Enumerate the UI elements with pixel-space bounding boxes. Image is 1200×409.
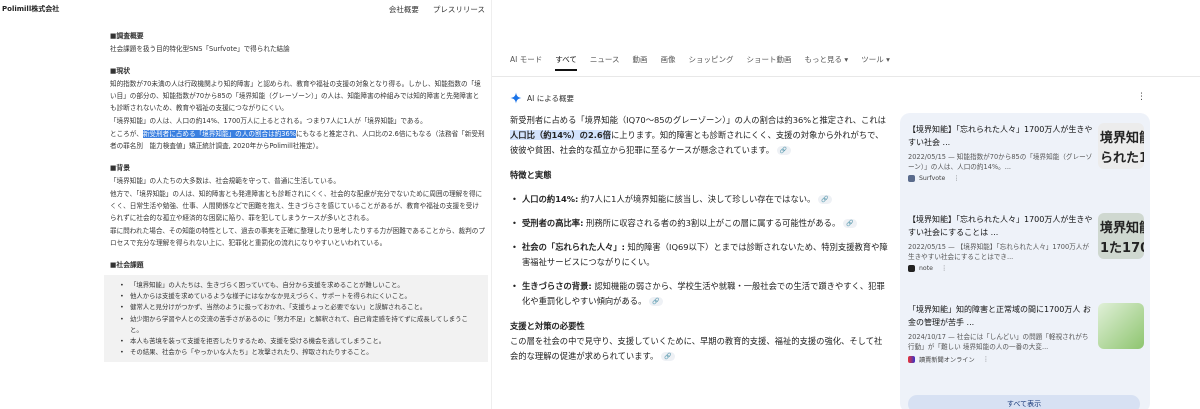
tab-ai-mode[interactable]: AI モード: [510, 54, 542, 71]
card-snippet: 2022/05/15 — 【境界知能】「忘れられた人々」1700万人が生きやすい…: [908, 243, 1089, 261]
note-favicon-icon: [908, 265, 915, 272]
section-text-current-1: 知的指数が70未満の人は行政機関より知的障害」と認められ、教育や福祉の支援の対象…: [110, 80, 481, 112]
bullet-text: 刑務所に収容される者の約3割以上がこの層に属する可能性がある。: [586, 218, 841, 228]
section-text-current-3: ところが、新受刑者に占める「境界知能」の人の割合は約36%にもなると推定され、人…: [110, 128, 485, 152]
section-text-current-2: 「境界知能」の人は、人口の約14%、1700万人に上るとされる。つまり7人に1人…: [110, 117, 427, 125]
ai-overview-label: AI による概要: [527, 93, 575, 103]
press-release-pane: Polimill株式会社 会社概要 プレスリリース ■調査概要 社会課題を扱う目…: [0, 0, 492, 409]
link-icon[interactable]: 🔗: [842, 219, 857, 228]
features-heading: 特徴と実態: [510, 170, 552, 180]
thumbnail-text: 境界知能 られた1700: [1100, 131, 1144, 166]
link-icon[interactable]: 🔗: [817, 195, 832, 204]
bullet-label: 受刑者の高比率:: [522, 218, 584, 228]
card-snippet: 2024/10/17 — 社会には「しんどい」の問題「軽視されがち行動」が「難し…: [908, 333, 1089, 351]
link-icon[interactable]: 🔗: [776, 146, 791, 155]
card-thumbnail[interactable]: 境界知能 1た1700: [1098, 213, 1144, 259]
article-body: ■調査概要 社会課題を扱う目的特化型SNS「Surfvote」で得られた結論 ■…: [0, 18, 491, 363]
card-thumbnail[interactable]: [1098, 303, 1144, 349]
list-item: 幼少期から学習や人との交流の苦手さがあるのに「努力不足」と解釈されて、自己肯定感…: [120, 314, 480, 336]
card-source: Surfvote ⋮: [908, 175, 1094, 182]
site-nav: 会社概要 プレスリリース: [389, 4, 485, 15]
bullet-item: 人口の約14%: 約7人に1人が境界知能に該当し、決して珍しい存在ではない。 🔗: [510, 192, 890, 207]
nav-press[interactable]: プレスリリース: [433, 4, 485, 15]
surfvote-favicon-icon: [908, 175, 915, 182]
list-item: 他人からは支援を求めているような様子にはなかなか見えづらく、サポートを得られにく…: [120, 291, 480, 302]
site-header: Polimill株式会社 会社概要 プレスリリース: [0, 0, 491, 18]
bullet-item: 社会の「忘れられた人々」: 知的障害（IQ69以下）とまでは診断されないため、特…: [510, 240, 890, 270]
source-card[interactable]: 【境界知能】「忘れられた人々」1700万人が生きやすい社会にすることは ... …: [906, 209, 1144, 299]
more-options-icon[interactable]: ⋮: [941, 265, 947, 272]
card-source: 讀賣新聞オンライン ⋮: [908, 355, 1094, 364]
bullet-label: 社会の「忘れられた人々」:: [522, 242, 625, 252]
link-icon[interactable]: 🔗: [660, 352, 675, 361]
source-cards: 【境界知能】「忘れられた人々」1700万人が生きやすい社会 ... 2022/0…: [900, 113, 1150, 409]
list-item: 健常人と見分けがつかず、当然のように扱っておかれ、「支援ちょっと必要でない」と誤…: [120, 302, 480, 313]
section-text-background-3: 罪に問われた場合、その知能の特性として、過去の事実を正確に整理したり思考したりす…: [110, 227, 485, 247]
bullet-label: 人口の約14%:: [522, 194, 579, 204]
section-heading-issues: ■社会課題: [110, 261, 144, 269]
link-icon[interactable]: 🔗: [649, 297, 664, 306]
thumbnail-text: 境界知能 1た1700: [1100, 221, 1144, 256]
card-title[interactable]: 「境界知能」知的障害と正常域の間に1700万人 お金の管理が苦手 ...: [908, 303, 1094, 329]
tab-all[interactable]: すべて: [555, 54, 577, 71]
search-results-pane: AI モード すべて ニュース 動画 画像 ショッピング ショート動画 もっと見…: [492, 0, 1200, 409]
bullet-text: 約7人に1人が境界知能に該当し、決して珍しい存在ではない。: [581, 194, 816, 204]
search-tabs: AI モード すべて ニュース 動画 画像 ショッピング ショート動画 もっと見…: [510, 54, 890, 71]
tab-tools[interactable]: ツール ▾: [861, 54, 890, 71]
nav-company[interactable]: 会社概要: [389, 4, 419, 15]
bullet-item: 受刑者の高比率: 刑務所に収容される者の約3割以上がこの層に属する可能性がある。…: [510, 216, 890, 231]
tab-images[interactable]: 画像: [661, 54, 676, 71]
list-item: 「境界知能」の人たちは、生きづらく困っていても、自分から支援を求めることが難しい…: [120, 280, 480, 291]
list-item: その結果、社会から「やっかいな人たち」と攻撃されたり、搾取されたりすること。: [120, 347, 480, 358]
support-text: この層を社会の中で見守り、支援していくために、早期の教育的支援、福祉的支援の強化…: [510, 334, 890, 364]
company-logo[interactable]: Polimill株式会社: [2, 4, 59, 14]
ai-intro: 新受刑者に占める「境界知能（IQ70〜85のグレーゾーン）」の人の割合は約36%…: [510, 113, 890, 158]
more-options-icon[interactable]: ⋮: [983, 356, 989, 363]
tab-videos[interactable]: 動画: [633, 54, 648, 71]
yomiuri-favicon-icon: [908, 356, 915, 363]
text-fragment: この層を社会の中で見守り、支援していくために、早期の教育的支援、福祉的支援の強化…: [510, 336, 883, 361]
ai-highlight: 人口比（約14%）の2.6倍: [510, 130, 611, 140]
section-text-background-1: 「境界知能」の人たちの大多数は、社会規範を守って、普通に生活している。: [110, 177, 340, 185]
section-heading-current: ■現状: [110, 67, 131, 75]
tab-short-videos[interactable]: ショート動画: [747, 54, 792, 71]
card-snippet: 2022/05/15 — 知能指数が70から85の「境界知能（グレーゾーン）」の…: [908, 153, 1093, 171]
text-fragment: 新受刑者に占める「境界知能（IQ70〜85のグレーゾーン）」の人の割合は約36%…: [510, 115, 886, 125]
section-text-background-2: 他方で、「境界知能」の人は、知的障害とも発達障害とも診断されにくく、社会的な配慮…: [110, 190, 483, 222]
issues-list: 「境界知能」の人たちは、生きづらく困っていても、自分から支援を求めることが難しい…: [104, 275, 488, 363]
tab-more[interactable]: もっと見る ▾: [805, 54, 849, 71]
card-source: note ⋮: [908, 265, 1094, 272]
bullet-item: 生きづらさの背景: 認知機能の弱さから、学校生活や就職・一般社会での生活で躓きや…: [510, 279, 890, 309]
text-fragment: ところが、: [110, 130, 143, 138]
card-title[interactable]: 【境界知能】「忘れられた人々」1700万人が生きやすい社会にすることは ...: [908, 213, 1094, 239]
card-thumbnail[interactable]: 境界知能 られた1700: [1098, 123, 1144, 169]
tabs-divider: [492, 76, 1200, 77]
card-source-name: Surfvote: [919, 175, 946, 182]
show-all-button[interactable]: すべて表示: [908, 395, 1140, 409]
source-card[interactable]: 【境界知能】「忘れられた人々」1700万人が生きやすい社会 ... 2022/0…: [906, 119, 1144, 209]
section-text-survey: 社会課題を扱う目的特化型SNS「Surfvote」で得られた結論: [110, 45, 290, 53]
more-options-icon[interactable]: ⋮: [1137, 92, 1146, 102]
ai-sparkle-icon: [510, 92, 522, 104]
ai-overview-text: 新受刑者に占める「境界知能（IQ70〜85のグレーゾーン）」の人の割合は約36%…: [510, 113, 890, 364]
card-title[interactable]: 【境界知能】「忘れられた人々」1700万人が生きやすい社会 ...: [908, 123, 1094, 149]
selected-text[interactable]: 新受刑者に占める「境界知能」の人の割合は約36%: [142, 130, 296, 138]
list-item: 本人も苦境を装って支援を拒否したりするため、支援を受ける機会を逃してしまうこと。: [120, 336, 480, 347]
section-heading-survey: ■調査概要: [110, 32, 144, 40]
card-source-name: note: [919, 265, 933, 272]
ai-overview-header: AI による概要: [510, 92, 574, 104]
tab-shopping[interactable]: ショッピング: [689, 54, 734, 71]
bullet-label: 生きづらさの背景:: [522, 281, 592, 291]
card-source-name: 讀賣新聞オンライン: [919, 357, 975, 364]
section-heading-background: ■背景: [110, 164, 131, 172]
more-options-icon[interactable]: ⋮: [953, 175, 959, 182]
tab-news[interactable]: ニュース: [590, 54, 620, 71]
support-heading: 支援と対策の必要性: [510, 321, 585, 331]
source-card[interactable]: 「境界知能」知的障害と正常域の間に1700万人 お金の管理が苦手 ... 202…: [906, 299, 1144, 389]
